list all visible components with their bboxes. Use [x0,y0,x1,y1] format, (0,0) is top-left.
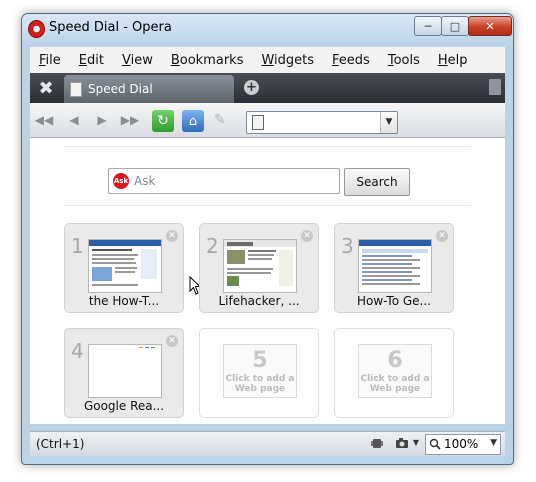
divider [64,146,471,147]
magnifier-icon [429,438,441,450]
opera-window: Speed Dial - Opera ─ □ ✕ File Edit View … [21,13,514,465]
zoom-control[interactable]: 100% ▼ [425,434,501,455]
tools-wrench-icon[interactable]: ✖ [30,73,62,103]
zoom-dropdown-chevron-icon[interactable]: ▼ [490,438,497,448]
divider [64,205,471,206]
menu-tools[interactable]: Tools [379,53,429,68]
opera-logo-icon [28,20,45,38]
tile-close-icon[interactable]: ✕ [301,230,313,242]
zoom-level: 100% [444,437,479,451]
menu-feeds[interactable]: Feeds [323,53,379,68]
speed-dial-tile-2[interactable]: 2 ✕ Lifehacker, ... [199,223,319,313]
tile-caption: Google Rea... [83,399,165,413]
menu-bookmarks[interactable]: Bookmarks [162,53,253,68]
window-title: Speed Dial - Opera [49,20,172,35]
speaker-icon[interactable] [370,437,384,449]
tile-close-icon[interactable]: ✕ [166,230,178,242]
add-web-page-label: Click to add a Web page [225,374,295,394]
tab-label: Speed Dial [88,82,153,96]
search-button[interactable]: Search [344,168,410,196]
address-dropdown-chevron-icon[interactable]: ▼ [380,112,397,133]
menu-edit[interactable]: Edit [70,53,113,68]
add-web-page-slot[interactable]: 6 Click to add a Web page [358,344,432,398]
new-tab-plus-icon[interactable]: + [244,80,259,95]
tile-close-icon[interactable]: ✕ [166,335,178,347]
menu-file[interactable]: File [30,53,70,68]
fast-forward-icon[interactable]: ▶▶ [120,111,140,129]
address-field[interactable]: ▼ [246,111,398,134]
menu-view[interactable]: View [113,53,162,68]
add-web-page-label: Click to add a Web page [360,374,430,394]
lifehacker-thumbnail [223,239,297,293]
tile-number: 1 [71,234,84,258]
reload-icon[interactable]: ↻ [152,110,174,132]
maximize-button[interactable]: □ [441,16,469,36]
close-button[interactable]: ✕ [468,16,512,36]
tile-caption: Lifehacker, ... [218,294,300,308]
forward-arrow-icon[interactable]: ▶ [92,111,112,129]
status-text: (Ctrl+1) [36,437,85,451]
search-input[interactable]: Ask Ask [108,168,340,194]
back-arrow-icon[interactable]: ◀ [64,111,84,129]
tile-number: 4 [71,339,84,363]
howtogeek-thumbnail [88,239,162,293]
menu-help[interactable]: Help [429,53,477,68]
tile-close-icon[interactable]: ✕ [436,230,448,242]
edit-pen-icon[interactable]: ✎ [214,112,226,128]
google-reader-thumbnail [88,344,162,398]
menu-bar: File Edit View Bookmarks Widgets Feeds T… [30,47,505,74]
tab-speed-dial[interactable]: Speed Dial [64,75,234,103]
speed-dial-tile-3[interactable]: 3 ✕ How-To Ge... [334,223,454,313]
slot-number: 6 [387,348,403,373]
title-bar: Speed Dial - Opera ─ □ ✕ [22,14,513,46]
ask-logo-icon: Ask [113,173,129,189]
speed-dial-tile-1[interactable]: 1 ✕ the How-T... [64,223,202,313]
navigation-bar: ◀◀ ◀ ▶ ▶▶ ↻ ⌂ ✎ ▼ [30,103,505,138]
tab-bar: ✖ Speed Dial + [30,73,505,103]
rewind-icon[interactable]: ◀◀ [34,111,54,129]
add-web-page-slot[interactable]: 5 Click to add a Web page [223,344,297,398]
camera-dropdown-chevron-icon[interactable]: ▼ [413,438,419,447]
menu-widgets[interactable]: Widgets [252,53,323,68]
speed-dial-tile-4[interactable]: 4 ✕ Google Rea... [64,328,184,418]
speed-dial-tile-6-empty[interactable]: 6 Click to add a Web page [334,328,454,418]
tile-caption: the How-T... [88,294,160,308]
speed-dial-page: Ask Ask Search 1 ✕ the How-T... 2 ✕ Life… [30,138,505,424]
howtogeek-forum-thumbnail [358,239,432,293]
tile-number: 3 [341,234,354,258]
home-icon[interactable]: ⌂ [182,110,204,132]
status-bar: (Ctrl+1) ▼ 100% ▼ [30,431,505,456]
page-icon [252,115,264,130]
search-placeholder: Ask [134,174,156,188]
camera-icon[interactable] [395,437,409,449]
minimize-button[interactable]: ─ [414,16,442,36]
speed-dial-tile-5-empty[interactable]: 5 Click to add a Web page [199,328,319,418]
trash-icon[interactable] [489,79,501,95]
slot-number: 5 [252,348,268,373]
tile-number: 2 [206,234,219,258]
tile-caption: How-To Ge... [357,294,431,308]
page-icon [70,82,82,97]
